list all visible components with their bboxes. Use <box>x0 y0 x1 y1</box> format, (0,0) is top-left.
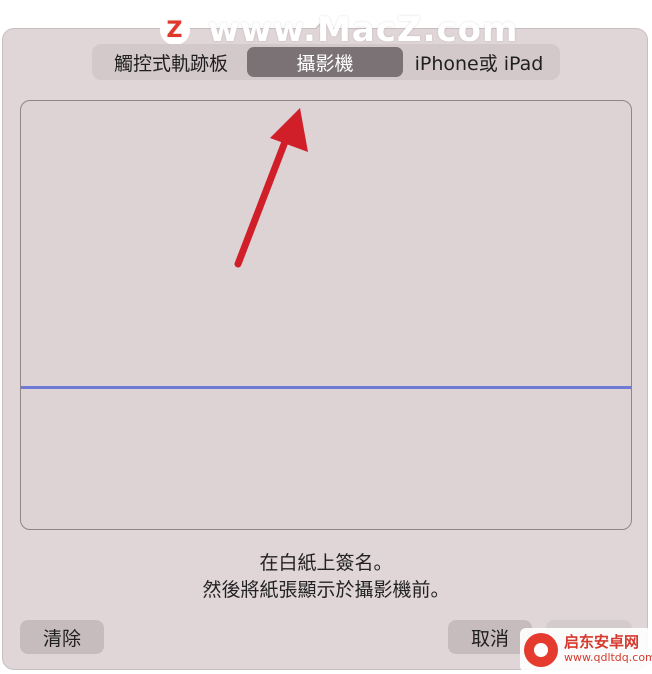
corner-watermark: 启东安卓网 www.qdltdq.com <box>520 628 652 672</box>
corner-watermark-url: www.qdltdq.com <box>564 651 652 664</box>
tab-camera[interactable]: 攝影機 <box>247 47 403 77</box>
corner-watermark-title: 启东安卓网 <box>564 633 640 651</box>
instruction-line-1: 在白紙上簽名。 <box>259 552 393 574</box>
instruction-line-2: 然後將紙張顯示於攝影機前。 <box>202 579 450 601</box>
site-logo-icon <box>524 633 558 667</box>
instructions-text: 在白紙上簽名。 然後將紙張顯示於攝影機前。 <box>0 550 652 604</box>
signature-baseline <box>21 386 631 389</box>
tab-trackpad[interactable]: 觸控式軌跡板 <box>95 47 247 77</box>
tab-iphone-ipad[interactable]: iPhone或 iPad <box>403 47 555 77</box>
macz-logo-icon: Z <box>160 15 190 45</box>
clear-button[interactable]: 清除 <box>20 620 104 654</box>
red-arrow-icon <box>234 108 308 268</box>
camera-signature-area <box>20 100 632 530</box>
input-source-segmented-control: 觸控式軌跡板 攝影機 iPhone或 iPad <box>92 44 560 80</box>
